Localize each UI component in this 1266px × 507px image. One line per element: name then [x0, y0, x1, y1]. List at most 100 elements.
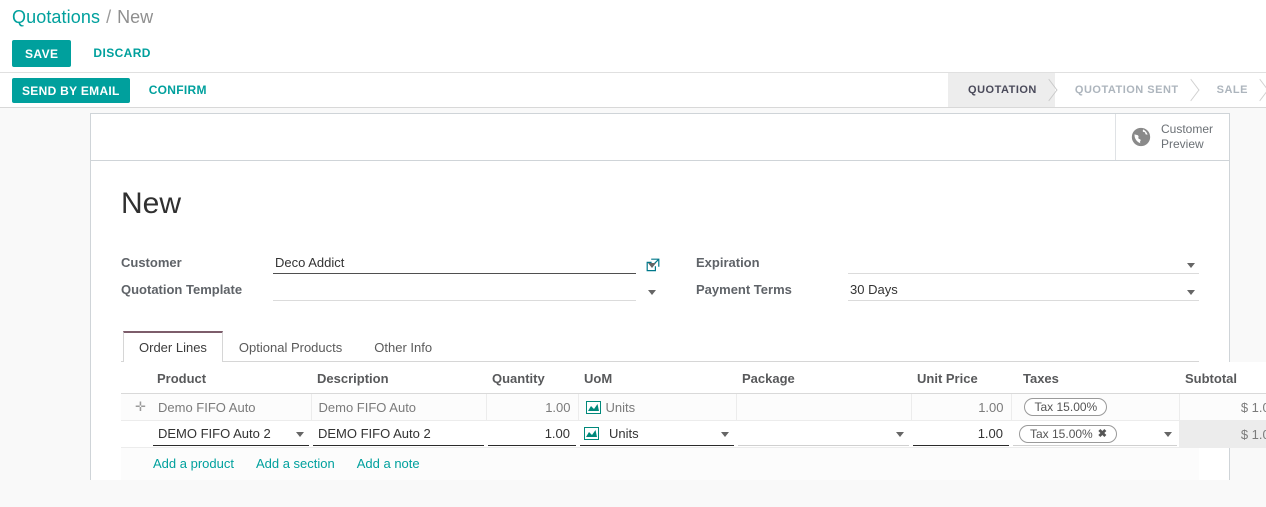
tab-order-lines-label: Order Lines — [139, 340, 207, 355]
customer-preview-button[interactable]: Customer Preview — [1114, 114, 1229, 160]
status-sale[interactable]: SALE — [1197, 73, 1266, 107]
status-quotation-sent[interactable]: QUOTATION SENT — [1055, 73, 1197, 107]
remove-tax-icon[interactable]: ✖ — [1098, 427, 1107, 440]
tab-optional-products[interactable]: Optional Products — [223, 331, 358, 362]
send-by-email-button[interactable]: SEND BY EMAIL — [12, 77, 130, 103]
discard-button[interactable]: DISCARD — [85, 39, 158, 67]
taxes-edit-wrap: Tax 15.00% ✖ — [1013, 422, 1177, 446]
uom-input[interactable] — [604, 426, 734, 441]
tab-optional-products-label: Optional Products — [238, 340, 343, 355]
row-subtotal-value: $ 1.00 — [1240, 426, 1266, 442]
chevron-down-icon — [648, 290, 656, 295]
add-line-links: Add a product Add a section Add a note — [121, 448, 1199, 480]
external-link-icon[interactable] — [646, 258, 660, 272]
field-payment-terms-row: Payment Terms — [696, 274, 1199, 301]
row-uom-cell[interactable]: Units — [577, 393, 736, 421]
status-quotation-label: QUOTATION — [968, 84, 1037, 96]
tax-badge-label: Tax 15.00% — [1034, 400, 1098, 414]
col-unit-price: Unit Price — [911, 362, 1011, 394]
button-box-row: Customer Preview — [91, 114, 1229, 161]
row-taxes-cell-edit[interactable]: Tax 15.00% ✖ — [1011, 420, 1179, 448]
field-quotation-template-row: Quotation Template — [121, 274, 660, 301]
table-row[interactable]: ✛ Demo FIFO Auto Demo FIFO Auto 1.00 Uni… — [121, 393, 1266, 421]
tab-order-lines[interactable]: Order Lines — [123, 331, 223, 362]
order-lines-body: ✛ Demo FIFO Auto Demo FIFO Auto 1.00 Uni… — [121, 393, 1266, 448]
description-input[interactable] — [313, 426, 484, 441]
field-payment-terms-control — [848, 282, 1199, 301]
quantity-edit-wrap — [488, 422, 576, 446]
col-product: Product — [151, 362, 311, 394]
breadcrumb-root-link[interactable]: Quotations — [12, 7, 100, 28]
row-package-cell-edit[interactable] — [736, 420, 911, 448]
add-a-product-link[interactable]: Add a product — [153, 456, 234, 471]
status-sale-label: SALE — [1216, 84, 1248, 96]
status-quotation[interactable]: QUOTATION — [948, 73, 1055, 107]
control-panel-buttons: SEND BY EMAIL CONFIRM — [0, 73, 948, 107]
row-description-cell[interactable]: Demo FIFO Auto — [310, 393, 486, 421]
drag-handle-icon[interactable]: ✛ — [128, 399, 146, 415]
package-edit-wrap — [738, 422, 909, 446]
odoo-quotation-form: Quotations / New SAVE DISCARD SEND BY EM… — [0, 0, 1266, 507]
chevron-down-icon[interactable] — [1164, 431, 1172, 437]
form-column-right: Expiration Payment Terms — [660, 247, 1199, 301]
save-button[interactable]: SAVE — [12, 39, 72, 67]
order-lines-table: Product Description Quantity UoM Package… — [121, 362, 1266, 448]
form-sheet: Customer Preview New Customer Deco Addic… — [90, 113, 1266, 480]
field-payment-terms-label: Payment Terms — [696, 282, 792, 297]
page-title: New — [121, 187, 182, 220]
status-quotation-sent-label: QUOTATION SENT — [1074, 84, 1179, 96]
row-quantity-cell-edit[interactable] — [486, 420, 578, 448]
row-product-cell[interactable]: Demo FIFO Auto — [151, 393, 311, 421]
product-edit-wrap — [153, 422, 309, 446]
field-expiration-row: Expiration — [696, 247, 1199, 274]
expiration-input[interactable] — [848, 255, 1199, 274]
row-uom-cell-edit[interactable] — [578, 420, 736, 448]
table-row[interactable]: Tax 15.00% ✖ $ 1.00 — [121, 420, 1266, 448]
control-panel: SEND BY EMAIL CONFIRM QUOTATION QUOTATIO… — [0, 73, 1266, 108]
row-handle-cell[interactable]: ✛ — [121, 393, 151, 421]
row-handle-cell — [121, 420, 151, 448]
product-input[interactable] — [153, 426, 309, 441]
row-subtotal-cell: $ 1.00 — [1179, 420, 1266, 448]
row-unit-price-cell[interactable]: 1.00 — [910, 393, 1011, 421]
row-product-cell-edit[interactable] — [151, 420, 311, 448]
col-quantity: Quantity — [486, 362, 578, 394]
col-taxes: Taxes — [1011, 362, 1179, 394]
tab-other-info[interactable]: Other Info — [358, 331, 448, 362]
field-quotation-template-control — [273, 282, 660, 301]
unit-price-edit-wrap — [913, 422, 1009, 446]
customer-input[interactable] — [273, 255, 636, 274]
row-product-value: Demo FIFO Auto — [158, 399, 256, 415]
confirm-button[interactable]: CONFIRM — [143, 77, 213, 103]
row-unit-price-cell-edit[interactable] — [911, 420, 1011, 448]
tax-badge: Tax 15.00% ✖ — [1019, 424, 1117, 443]
add-a-section-link[interactable]: Add a section — [256, 456, 335, 471]
row-subtotal-value: $ 1.00 — [1240, 399, 1266, 415]
payment-terms-input[interactable] — [848, 282, 1199, 301]
field-expiration-control — [848, 255, 1199, 274]
uom-edit-wrap — [580, 422, 734, 446]
field-quotation-template-label: Quotation Template — [121, 282, 243, 297]
row-quantity-cell[interactable]: 1.00 — [485, 393, 578, 421]
row-uom-value: Units — [605, 399, 636, 415]
add-a-note-link[interactable]: Add a note — [357, 456, 420, 471]
quantity-input[interactable] — [488, 426, 576, 441]
row-taxes-cell[interactable]: Tax 15.00% — [1010, 393, 1179, 421]
sheet-body: New Customer Deco Addict Quotation Templ… — [91, 161, 1266, 480]
tab-other-info-label: Other Info — [374, 340, 433, 355]
customer-preview-label: Customer Preview — [1160, 122, 1213, 151]
form-fields: Customer Deco Addict Quotation Template … — [121, 247, 1199, 301]
row-description-value: Demo FIFO Auto — [318, 399, 417, 415]
col-subtotal: Subtotal — [1179, 362, 1266, 394]
row-description-cell-edit[interactable] — [311, 420, 486, 448]
row-unit-price-value: 1.00 — [978, 399, 1004, 415]
col-description: Description — [311, 362, 486, 394]
tax-badge-label: Tax 15.00% — [1030, 426, 1093, 441]
forecast-chart-icon — [585, 400, 601, 414]
unit-price-input[interactable] — [913, 426, 1009, 441]
row-quantity-value: 1.00 — [545, 399, 571, 415]
breadcrumb-current: New — [117, 6, 154, 27]
quotation-template-input[interactable] — [273, 282, 636, 301]
row-package-cell[interactable] — [735, 393, 911, 421]
package-input[interactable] — [738, 426, 909, 441]
